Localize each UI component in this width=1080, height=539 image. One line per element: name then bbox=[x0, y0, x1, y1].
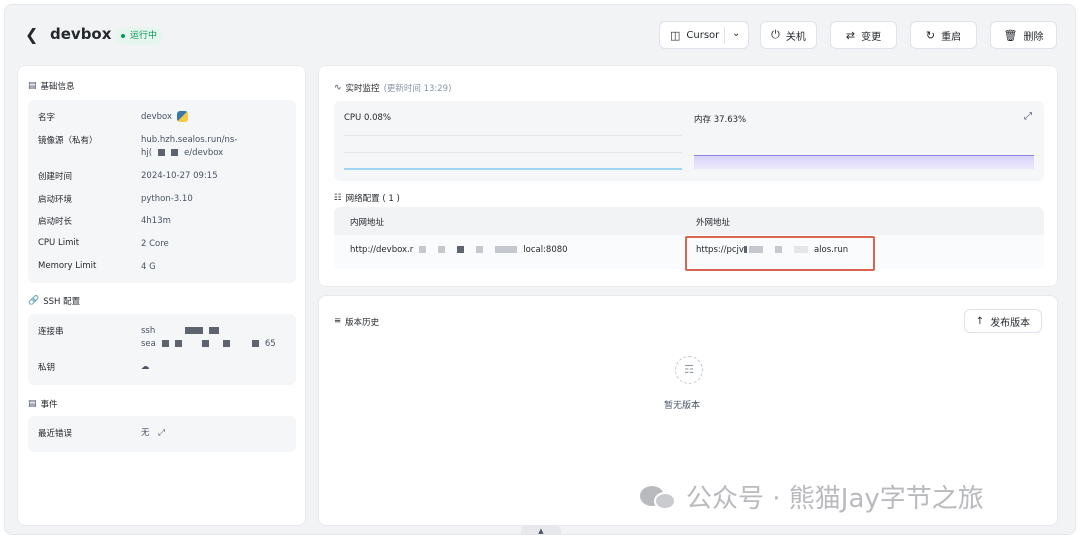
network-table-header: 内网地址 外网地址 bbox=[334, 207, 1044, 235]
cursor-label: Cursor bbox=[686, 29, 720, 41]
cloud-download-icon[interactable]: ☁ bbox=[141, 361, 150, 374]
open-in-cursor-button[interactable]: ◫ Cursor ⌄ bbox=[659, 21, 749, 49]
events-box: 最近错误 无 ⤢ bbox=[28, 416, 296, 452]
redaction-block bbox=[209, 327, 220, 334]
chevron-left-icon[interactable]: ❮ bbox=[25, 27, 39, 43]
redaction-block bbox=[158, 149, 166, 156]
collapse-handle[interactable]: ▲ bbox=[521, 525, 561, 534]
chart-icon: ∿ bbox=[334, 83, 342, 93]
ssh-title: 🔗 SSH 配置 bbox=[28, 296, 81, 307]
cpu-usage-line bbox=[344, 168, 682, 170]
memory-label: 内存 37.63% bbox=[694, 115, 747, 125]
list-icon: ≡ bbox=[334, 316, 342, 326]
delete-button[interactable]: 🗑 删除 bbox=[990, 21, 1057, 49]
memory-usage-area bbox=[694, 155, 1034, 169]
document-icon: ▤ bbox=[28, 81, 37, 91]
expand-icon[interactable]: ⤢ bbox=[158, 428, 165, 438]
col-internal-header: 内网地址 bbox=[350, 218, 385, 228]
basic-info-title: ▤ 基础信息 bbox=[28, 81, 75, 92]
restart-button[interactable]: ↻ 重启 bbox=[910, 21, 977, 49]
status-text: 运行中 bbox=[130, 31, 158, 41]
empty-state-text: 暂无版本 bbox=[664, 401, 701, 411]
calendar-icon: ▤ bbox=[28, 399, 37, 409]
change-button[interactable]: ⇄ 变更 bbox=[830, 21, 897, 49]
status-badge: 运行中 bbox=[115, 27, 164, 45]
publish-version-button[interactable]: ↑ 发布版本 bbox=[964, 309, 1042, 333]
external-address-highlight bbox=[685, 236, 875, 271]
restart-label: 重启 bbox=[941, 31, 962, 43]
basic-info-box: 名字 devbox 镜像源（私有） hub.hzh.sealos.run/ns-… bbox=[28, 100, 296, 283]
wechat-logo-icon bbox=[640, 482, 678, 512]
status-dot-icon bbox=[121, 34, 125, 38]
redaction-block bbox=[185, 327, 204, 334]
redaction-block bbox=[171, 149, 179, 156]
power-icon: ⏻ bbox=[771, 28, 780, 41]
app-window: ❮ devbox 运行中 ◫ Cursor ⌄ ⏻ 关机 ⇄ 变更 ↻ 重启 🗑… bbox=[4, 4, 1076, 535]
python-icon bbox=[177, 111, 189, 122]
internal-address[interactable]: http://devbox.r local:8080 bbox=[350, 245, 568, 255]
watermark: 公众号 · 熊猫Jay字节之旅 bbox=[640, 478, 984, 515]
network-title: ☷ 网络配置 ( 1 ) bbox=[334, 193, 400, 204]
ssh-box: 连接串 ssh sea 65 私钥 ☁ bbox=[28, 314, 296, 385]
version-history-title: ≡ 版本历史 bbox=[334, 316, 380, 328]
ssh-connection-string[interactable]: ssh sea 65 bbox=[141, 325, 276, 351]
info-panel: ▤ 基础信息 名字 devbox 镜像源（私有） hub.hzh.sealos.… bbox=[17, 65, 306, 526]
redaction-block bbox=[201, 340, 209, 347]
swap-icon: ⇄ bbox=[845, 28, 856, 42]
shutdown-button[interactable]: ⏻ 关机 bbox=[760, 21, 817, 49]
restart-icon: ↻ bbox=[925, 28, 936, 42]
page-title: devbox bbox=[50, 25, 112, 43]
shutdown-label: 关机 bbox=[785, 31, 806, 43]
col-external-header: 外网地址 bbox=[696, 218, 731, 228]
chevron-down-icon[interactable]: ⌄ bbox=[732, 28, 740, 39]
change-label: 变更 bbox=[861, 31, 882, 43]
expand-icon[interactable]: ⤢ bbox=[1024, 111, 1032, 122]
link-icon: 🔗 bbox=[28, 296, 40, 306]
network-icon: ☷ bbox=[334, 193, 342, 203]
empty-box-icon: ☶ bbox=[675, 356, 703, 384]
cube-icon: ◫ bbox=[670, 28, 681, 42]
arrow-up-icon: ↑ bbox=[975, 315, 985, 327]
cpu-label: CPU 0.08% bbox=[344, 113, 391, 123]
redaction-block bbox=[251, 340, 259, 347]
redaction-block bbox=[222, 340, 230, 347]
monitor-charts: CPU 0.08% 内存 37.63% ⤢ bbox=[334, 101, 1044, 181]
redaction-block bbox=[174, 340, 182, 347]
redaction-block bbox=[161, 340, 169, 347]
trash-icon: 🗑 bbox=[1003, 28, 1018, 42]
monitor-updated-time: (更新时间 13:29) bbox=[383, 84, 452, 94]
monitor-title: ∿ 实时监控 (更新时间 13:29) bbox=[334, 83, 452, 94]
header: ❮ devbox 运行中 ◫ Cursor ⌄ ⏻ 关机 ⇄ 变更 ↻ 重启 🗑… bbox=[5, 5, 1075, 65]
delete-label: 删除 bbox=[1023, 31, 1044, 43]
network-table: 内网地址 外网地址 http://devbox.r local:8080 http… bbox=[334, 207, 1044, 271]
events-title: ▤ 事件 bbox=[28, 399, 58, 410]
monitor-panel: ∿ 实时监控 (更新时间 13:29) CPU 0.08% 内存 37.63% … bbox=[318, 65, 1058, 287]
